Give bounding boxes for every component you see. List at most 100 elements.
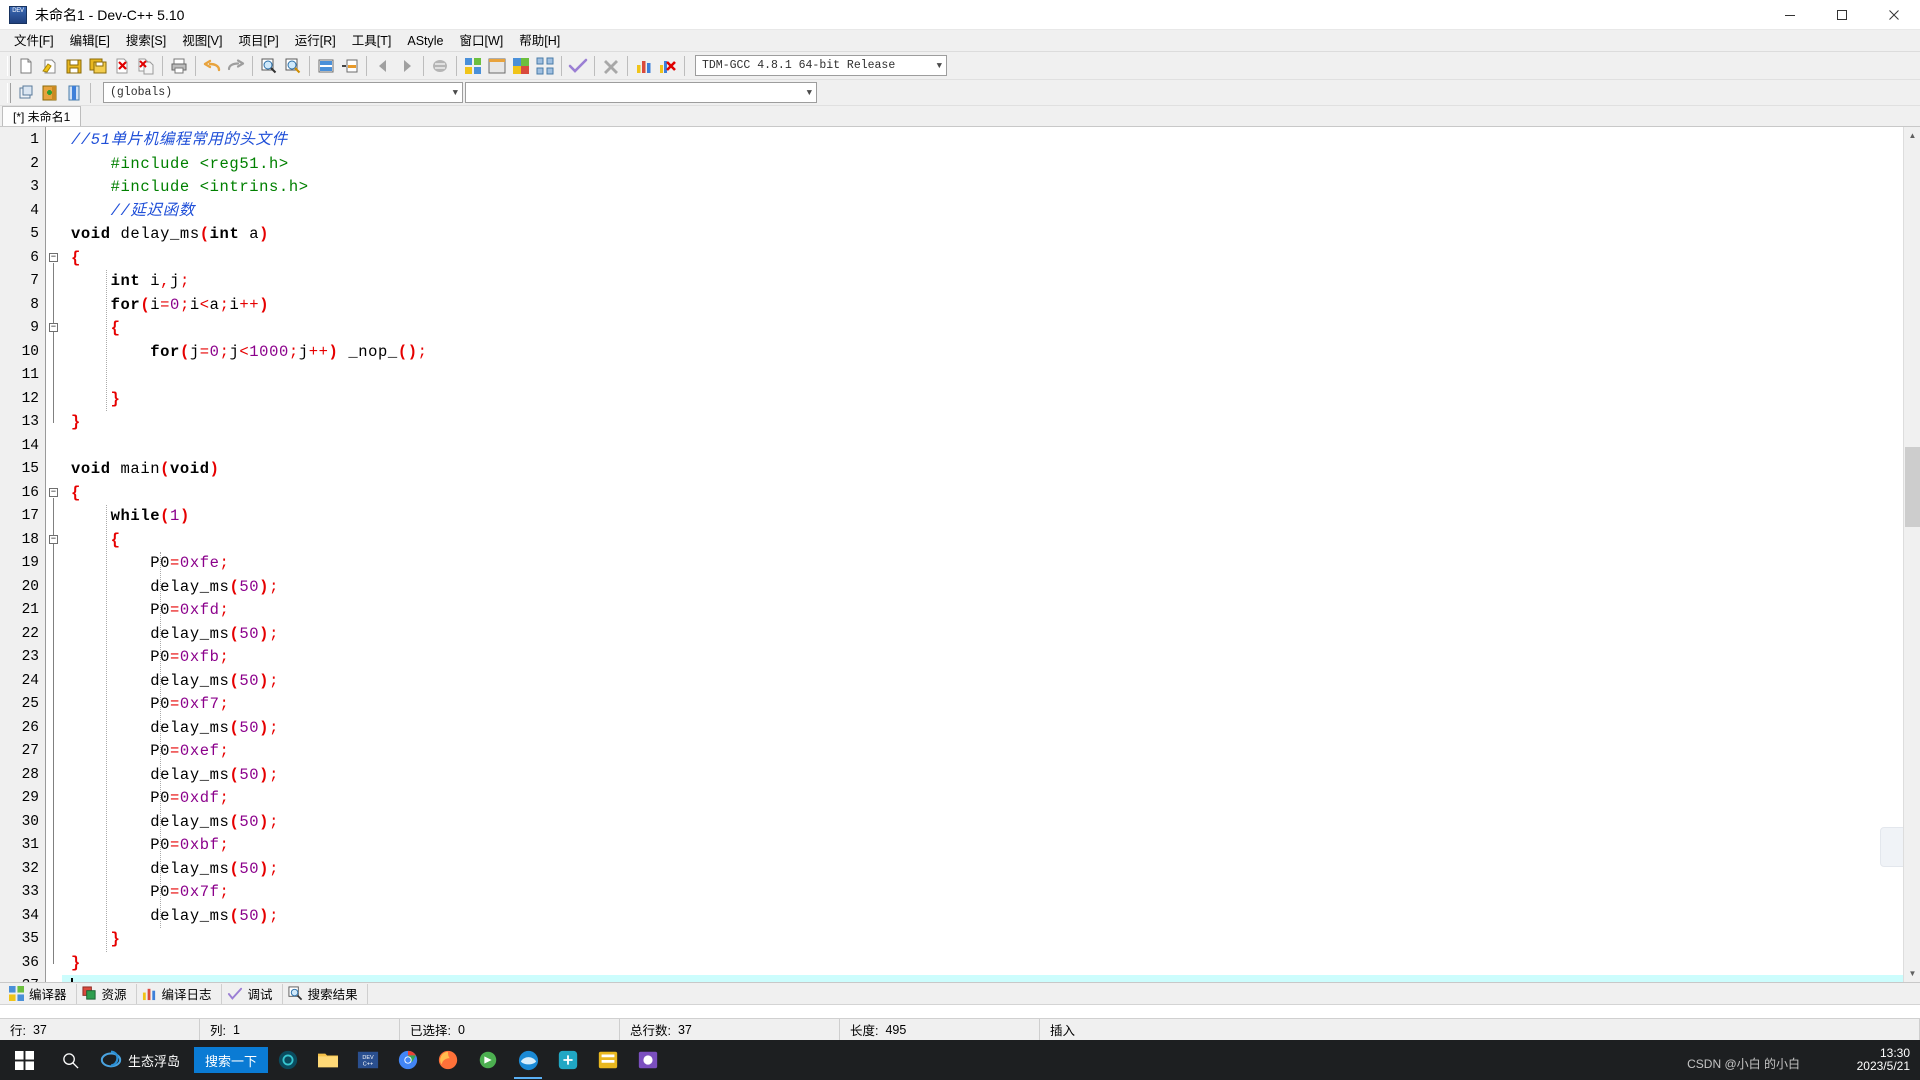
rebuild-all-icon[interactable] [533,54,557,78]
dev-cpp-taskbar-icon[interactable]: DEV C++ [348,1040,388,1080]
code-line[interactable]: for(j=0;j<1000;j++) _nop_(); [71,341,428,365]
code-line[interactable]: P0=0xef; [71,740,229,764]
scrollbar-thumb[interactable] [1905,447,1920,527]
code-line[interactable]: delay_ms(50); [71,905,279,929]
delete-profile-icon[interactable] [656,54,680,78]
compile-icon[interactable] [461,54,485,78]
bottom-tab-compiler[interactable]: 编译器 [4,983,77,1004]
windows-start-icon[interactable] [0,1040,48,1080]
code-line[interactable]: delay_ms(50); [71,858,279,882]
code-line[interactable]: delay_ms(50); [71,717,279,741]
goto-line-icon[interactable] [314,54,338,78]
purple-app-icon[interactable] [628,1040,668,1080]
menu-view[interactable]: 视图[V] [174,31,230,51]
code-line[interactable]: P0=0xfb; [71,646,229,670]
code-line[interactable]: delay_ms(50); [71,764,279,788]
code-line[interactable]: } [71,952,81,976]
code-line[interactable]: void main(void) [71,458,220,482]
code-line[interactable]: //51单片机编程常用的头文件 [71,129,288,153]
code-folding-column[interactable]: − − − − [46,127,62,982]
undo-icon[interactable] [200,54,224,78]
print-icon[interactable] [167,54,191,78]
code-line[interactable]: //延迟函数 [71,200,195,224]
blue-browser-icon[interactable] [508,1040,548,1080]
find-icon[interactable] [257,54,281,78]
toolbar-grip[interactable] [7,82,11,103]
menu-search[interactable]: 搜索[S] [118,31,174,51]
green-app-icon[interactable] [468,1040,508,1080]
menu-help[interactable]: 帮助[H] [511,31,568,51]
code-text-area[interactable]: //51单片机编程常用的头文件 #include <reg51.h> #incl… [62,127,1920,982]
new-file-icon[interactable] [14,54,38,78]
menu-astyle[interactable]: AStyle [399,31,451,51]
menu-tools[interactable]: 工具[T] [344,31,400,51]
goto-function-icon[interactable] [338,54,362,78]
code-line[interactable]: } [71,388,121,412]
code-line[interactable]: { [71,529,121,553]
code-line[interactable]: { [71,247,81,271]
editor-tab-untitled1[interactable]: [*] 未命名1 [2,106,82,126]
scroll-up-arrow[interactable]: ▲ [1904,127,1920,144]
code-line[interactable]: P0=0x7f; [71,881,229,905]
toggle-bookmark-icon[interactable] [428,54,452,78]
teal-app-icon[interactable] [548,1040,588,1080]
code-line[interactable]: delay_ms(50); [71,811,279,835]
toolbar-grip[interactable] [7,55,11,76]
taskbar-search-pill[interactable]: 搜索一下 [194,1047,269,1073]
save-all-icon[interactable] [86,54,110,78]
globals-select[interactable]: (globals) ▼ [103,82,463,103]
code-line[interactable]: } [71,928,121,952]
compiler-select[interactable]: TDM-GCC 4.8.1 64-bit Release ▼ [695,55,947,76]
chrome-icon[interactable] [388,1040,428,1080]
close-icon[interactable] [1868,0,1920,30]
menu-project[interactable]: 项目[P] [230,31,286,51]
fold-collapse-icon[interactable]: − [49,487,58,497]
project-new-icon[interactable] [14,81,38,105]
firefox-icon[interactable] [428,1040,468,1080]
bottom-tab-debug[interactable]: 调试 [222,983,283,1004]
code-line[interactable]: while(1) [71,505,190,529]
code-line[interactable]: P0=0xdf; [71,787,229,811]
close-all-icon[interactable] [134,54,158,78]
menu-run[interactable]: 运行[R] [287,31,344,51]
syntax-check-icon[interactable] [566,54,590,78]
code-line[interactable]: #include <intrins.h> [71,176,309,200]
code-line[interactable]: delay_ms(50); [71,670,279,694]
close-file-icon[interactable] [110,54,134,78]
back-icon[interactable] [371,54,395,78]
yellow-app-icon[interactable] [588,1040,628,1080]
forward-icon[interactable] [395,54,419,78]
open-file-icon[interactable] [38,54,62,78]
bottom-tab-search-results[interactable]: 搜索结果 [283,983,368,1004]
save-icon[interactable] [62,54,86,78]
menu-edit[interactable]: 编辑[E] [62,31,118,51]
code-line[interactable]: P0=0xf7; [71,693,229,717]
scroll-down-arrow[interactable]: ▼ [1904,965,1920,982]
code-line[interactable]: delay_ms(50); [71,623,279,647]
taskbar-clock[interactable]: 13:30 2023/5/21 [1857,1047,1910,1073]
fold-collapse-icon[interactable]: − [49,252,58,262]
file-explorer-icon[interactable] [308,1040,348,1080]
code-line[interactable]: P0=0xfe; [71,552,229,576]
redo-icon[interactable] [224,54,248,78]
code-line[interactable]: { [71,482,81,506]
stop-icon[interactable] [599,54,623,78]
profile-icon[interactable] [632,54,656,78]
fold-collapse-icon[interactable]: − [49,534,58,544]
edge-legacy-icon[interactable] [268,1040,308,1080]
member-select[interactable]: ▼ [465,82,817,103]
code-line[interactable]: #include <reg51.h> [71,153,289,177]
bottom-tab-resources[interactable]: 资源 [77,983,137,1004]
code-line[interactable]: P0=0xbf; [71,834,229,858]
code-line[interactable]: delay_ms(50); [71,576,279,600]
bottom-tab-compile-log[interactable]: 编译日志 [137,983,222,1004]
maximize-icon[interactable] [1816,0,1868,30]
fold-collapse-icon[interactable]: − [49,323,58,332]
menu-window[interactable]: 窗口[W] [452,31,512,51]
project-add-icon[interactable] [38,81,62,105]
search-icon[interactable] [48,1040,92,1080]
code-line[interactable]: } [71,411,81,435]
run-icon[interactable] [485,54,509,78]
code-line[interactable]: void delay_ms(int a) [71,223,269,247]
compile-run-icon[interactable] [509,54,533,78]
